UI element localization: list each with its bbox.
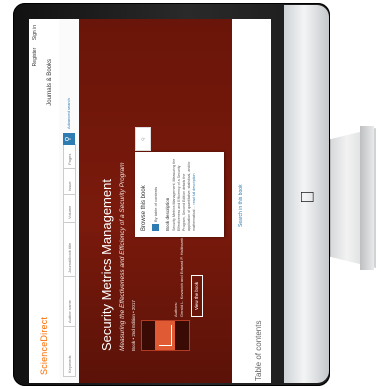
imac-stand-base: [360, 126, 374, 270]
right-panel: Q: [135, 127, 151, 151]
header: ScienceDirect Register Sign in Journals …: [29, 19, 60, 383]
book-cover-image: [141, 320, 190, 351]
search-bar: Keywords Author name Journal/book title …: [59, 19, 80, 383]
signin-link[interactable]: Sign in: [32, 25, 38, 40]
screen: ScienceDirect Register Sign in Journals …: [29, 19, 271, 383]
book-meta: Book • 2nd Edition • 2017: [131, 300, 136, 351]
advanced-search-link[interactable]: Advanced search: [66, 98, 71, 129]
apple-logo-icon: : [296, 186, 318, 208]
book-subtitle: Measuring the Effectiveness and Efficien…: [119, 162, 126, 351]
volume-input[interactable]: Volume: [63, 194, 76, 223]
book-description: Security Metrics Management, Measuring t…: [172, 158, 196, 231]
journals-books-link[interactable]: Journals & Books: [47, 59, 53, 106]
register-link[interactable]: Register: [32, 48, 38, 67]
table-of-contents-heading: Table of contents: [254, 320, 263, 381]
issue-input[interactable]: Issue: [63, 168, 76, 195]
author-input[interactable]: Author name: [63, 276, 76, 327]
browse-book-card: Browse this book By table of contents Bo…: [135, 152, 224, 237]
logo[interactable]: ScienceDirect: [39, 317, 49, 375]
browser-page: ScienceDirect Register Sign in Journals …: [29, 19, 271, 383]
header-links: Register Sign in: [32, 25, 38, 72]
toc-link[interactable]: By table of contents: [153, 187, 158, 222]
keywords-input[interactable]: Keywords: [63, 326, 76, 377]
book-hero: Security Metrics Management Measuring th…: [79, 19, 232, 383]
book-authors: Authors: Gerald L. Kovacich and Edward P…: [173, 237, 184, 317]
search-in-book-link[interactable]: Search in this book: [238, 184, 244, 227]
toc-icon: [152, 224, 159, 231]
pages-input[interactable]: Pages: [63, 144, 76, 169]
journal-input[interactable]: Journal/book title: [63, 222, 76, 277]
card-title: Browse this book: [141, 185, 147, 231]
description-heading: Book description: [165, 197, 170, 231]
read-full-description-link[interactable]: read full description: [192, 173, 196, 204]
book-title: Security Metrics Management: [99, 179, 114, 351]
view-book-button[interactable]: View the book: [191, 274, 203, 317]
search-button[interactable]: ⚲: [63, 133, 75, 145]
